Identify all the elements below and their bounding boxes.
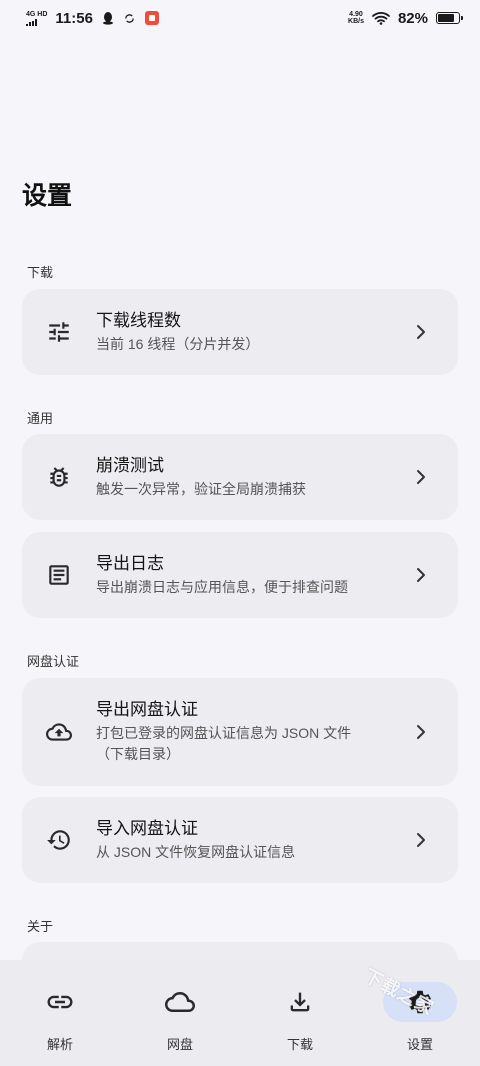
nav-label: 解析: [46, 1037, 73, 1052]
item-title: 导出日志: [96, 554, 164, 573]
wifi-icon: [372, 11, 390, 25]
nav-label: 网盘: [166, 1037, 193, 1052]
download-icon: [263, 982, 337, 1022]
item-subtitle-line1: 打包已登录的网盘认证信息为 JSON 文件: [96, 725, 352, 741]
nav-item-parse[interactable]: 解析: [0, 960, 120, 1066]
crash-test-item[interactable]: 崩溃测试 触发一次异常，验证全局崩溃捕获: [22, 434, 458, 520]
battery-percent: 82%: [397, 9, 428, 27]
link-icon: [23, 982, 97, 1022]
section-label-about: 关于: [27, 919, 54, 934]
history-icon: [44, 825, 74, 855]
import-netdisk-auth-item[interactable]: 导入网盘认证 从 JSON 文件恢复网盘认证信息: [22, 797, 458, 883]
status-bar: 4G HD 11:56 4.90 KB/s 82%: [0, 0, 480, 36]
document-icon: [44, 560, 74, 590]
bug-icon: [44, 462, 74, 492]
chevron-right-icon: [414, 324, 428, 340]
qq-icon: [101, 11, 115, 25]
item-subtitle-line2: （下载目录）: [96, 746, 180, 762]
section-label-netdisk-auth: 网盘认证: [27, 654, 80, 669]
network-speed: 4.90 KB/s: [348, 11, 364, 25]
item-subtitle: 当前 16 线程（分片并发）: [96, 336, 260, 352]
item-title: 崩溃测试: [96, 456, 164, 475]
tune-icon: [44, 317, 74, 347]
item-subtitle: 打包已登录的网盘认证信息为 JSON 文件 （下载目录）: [96, 723, 408, 765]
app-notification-icon: [144, 11, 159, 25]
nav-item-settings[interactable]: 设置: [360, 960, 480, 1066]
speed-unit: KB/s: [348, 18, 364, 25]
cloud-icon: [143, 982, 217, 1022]
chevron-right-icon: [414, 832, 428, 848]
item-subtitle: 导出崩溃日志与应用信息，便于排查问题: [96, 579, 348, 595]
nav-label: 下载: [286, 1037, 313, 1052]
speed-value: 4.90: [349, 11, 363, 18]
nav-item-download[interactable]: 下载: [240, 960, 360, 1066]
item-title: 导入网盘认证: [96, 819, 198, 838]
page-title: 设置: [22, 182, 73, 210]
nav-label: 设置: [406, 1037, 433, 1052]
section-label-download: 下载: [27, 265, 54, 280]
nav-item-netdisk[interactable]: 网盘: [120, 960, 240, 1066]
item-title: 导出网盘认证: [96, 700, 198, 719]
download-threads-item[interactable]: 下载线程数 当前 16 线程（分片并发）: [22, 289, 458, 375]
network-type: 4G HD: [26, 10, 48, 18]
signal-indicator: 4G HD: [26, 11, 47, 26]
sync-icon: [123, 11, 137, 25]
chevron-right-icon: [414, 724, 428, 740]
bottom-navigation: 解析 网盘 下载 设置: [0, 960, 480, 1066]
item-subtitle: 触发一次异常，验证全局崩溃捕获: [96, 481, 306, 497]
gear-icon: [383, 982, 457, 1022]
export-log-item[interactable]: 导出日志 导出崩溃日志与应用信息，便于排查问题: [22, 532, 458, 618]
chevron-right-icon: [414, 567, 428, 583]
status-time: 11:56: [55, 9, 93, 27]
battery-icon: [436, 12, 463, 24]
item-subtitle: 从 JSON 文件恢复网盘认证信息: [96, 844, 296, 860]
item-title: 下载线程数: [96, 311, 181, 330]
chevron-right-icon: [414, 469, 428, 485]
section-label-general: 通用: [27, 411, 54, 426]
export-netdisk-auth-item[interactable]: 导出网盘认证 打包已登录的网盘认证信息为 JSON 文件 （下载目录）: [22, 678, 458, 786]
signal-bars-icon: [26, 18, 37, 26]
cloud-upload-icon: [44, 717, 74, 747]
